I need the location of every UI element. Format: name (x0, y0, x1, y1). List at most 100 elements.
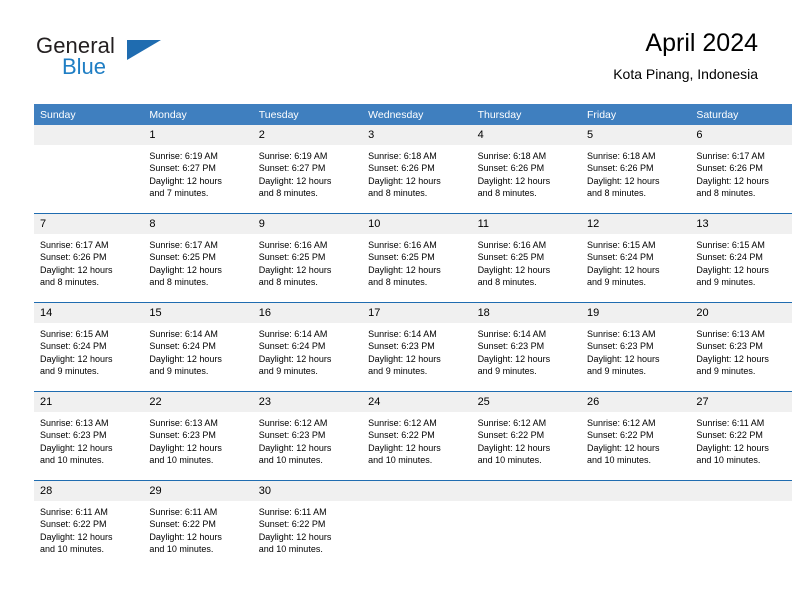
sunrise-text: Sunrise: 6:18 AM (368, 151, 437, 161)
daylight-text-continued: and 9 minutes. (586, 277, 646, 288)
day-cell-14[interactable]: 14 Sunrise: 6:15 AM Sunset: 6:24 PM Dayligh… (34, 302, 144, 392)
daylight-text-continued: and 8 minutes. (477, 188, 537, 199)
sunset-text: Sunset: 6:22 PM (696, 430, 763, 441)
day-cell-21[interactable]: 21 Sunrise: 6:13 AM Sunset: 6:23 PM Dayligh… (34, 391, 144, 481)
day-cell-1[interactable]: 1 Sunrise: 6:19 AM Sunset: 6:27 PM Daylight… (143, 125, 253, 214)
sunrise-text: Sunrise: 6:17 AM (40, 240, 109, 250)
day-cell-27[interactable]: 27 Sunrise: 6:11 AM Sunset: 6:22 PM Dayligh… (690, 391, 792, 481)
sunset-text: Sunset: 6:27 PM (149, 163, 216, 174)
daylight-text: Daylight: 12 hours (368, 264, 441, 275)
day-cell-15[interactable]: 15 Sunrise: 6:14 AM Sunset: 6:24 PM Dayligh… (143, 302, 253, 392)
sunrise-text: Sunrise: 6:11 AM (696, 418, 765, 428)
day-cell-6[interactable]: 6 Sunrise: 6:17 AM Sunset: 6:26 PM Daylight… (690, 125, 792, 214)
calendar-week-row: 21 Sunrise: 6:13 AM Sunset: 6:23 PM Dayligh… (34, 391, 792, 481)
day-cell-8[interactable]: 8 Sunrise: 6:17 AM Sunset: 6:25 PM Daylight… (143, 213, 253, 303)
sunrise-text: Sunrise: 6:13 AM (40, 418, 109, 428)
daylight-text: Daylight: 12 hours (586, 442, 660, 453)
day-number: 28 (34, 481, 144, 501)
day-cell-11[interactable]: 11 Sunrise: 6:16 AM Sunset: 6:25 PM Dayligh… (471, 213, 581, 303)
daylight-text: Daylight: 12 hours (696, 175, 769, 186)
day-number: 18 (471, 303, 581, 323)
sunset-text: Sunset: 6:22 PM (368, 430, 435, 441)
day-details: Sunrise: 6:18 AM Sunset: 6:26 PM Daylight:… (362, 145, 471, 200)
sunset-text: Sunset: 6:27 PM (258, 163, 326, 174)
day-details: Sunrise: 6:12 AM Sunset: 6:22 PM Daylight:… (581, 412, 690, 467)
day-cell-13[interactable]: 13 Sunrise: 6:15 AM Sunset: 6:24 PM Dayligh… (690, 213, 792, 303)
day-cell-23[interactable]: 23 Sunrise: 6:12 AM Sunset: 6:23 PM Dayligh… (252, 391, 363, 481)
day-cell-18[interactable]: 18 Sunrise: 6:14 AM Sunset: 6:23 PM Dayligh… (471, 302, 581, 392)
sunrise-text: Sunrise: 6:13 AM (149, 418, 218, 428)
weekday-header-friday: Friday (580, 104, 691, 125)
daylight-text-continued: and 9 minutes. (477, 366, 537, 377)
sunset-text: Sunset: 6:23 PM (258, 430, 326, 441)
sunrise-text: Sunrise: 6:11 AM (149, 507, 218, 517)
sunset-text: Sunset: 6:22 PM (586, 430, 654, 441)
day-cell-10[interactable]: 10 Sunrise: 6:16 AM Sunset: 6:25 PM Dayligh… (362, 213, 472, 303)
day-cell-9[interactable]: 9 Sunrise: 6:16 AM Sunset: 6:25 PM Daylight… (252, 213, 363, 303)
day-details: Sunrise: 6:13 AM Sunset: 6:23 PM Daylight:… (581, 323, 690, 378)
sunrise-text: Sunrise: 6:11 AM (40, 507, 108, 517)
daylight-text: Daylight: 12 hours (149, 353, 222, 364)
daylight-text: Daylight: 12 hours (477, 175, 551, 186)
daylight-text-continued: and 9 minutes. (40, 366, 100, 377)
weekday-header-thursday: Thursday (471, 104, 581, 125)
day-cell-2[interactable]: 2 Sunrise: 6:19 AM Sunset: 6:27 PM Daylight… (252, 125, 363, 214)
location-subtitle: Kota Pinang, Indonesia (613, 65, 758, 82)
day-cell-29[interactable]: 29 Sunrise: 6:11 AM Sunset: 6:22 PM Dayligh… (143, 480, 253, 569)
day-cell-16[interactable]: 16 Sunrise: 6:14 AM Sunset: 6:24 PM Dayligh… (252, 302, 363, 392)
day-details: Sunrise: 6:11 AM Sunset: 6:22 PM Daylight:… (34, 501, 143, 556)
day-cell-3[interactable]: 3 Sunrise: 6:18 AM Sunset: 6:26 PM Daylight… (362, 125, 472, 214)
daylight-text: Daylight: 12 hours (368, 175, 441, 186)
day-cell-26[interactable]: 26 Sunrise: 6:12 AM Sunset: 6:22 PM Dayligh… (580, 391, 691, 481)
day-details: Sunrise: 6:13 AM Sunset: 6:23 PM Daylight:… (34, 412, 143, 467)
day-details: Sunrise: 6:15 AM Sunset: 6:24 PM Daylight:… (690, 234, 792, 289)
daylight-text-continued: and 10 minutes. (696, 455, 761, 466)
day-number: 27 (690, 392, 792, 412)
daylight-text-continued: and 8 minutes. (40, 277, 100, 288)
day-cell-25[interactable]: 25 Sunrise: 6:12 AM Sunset: 6:22 PM Dayligh… (471, 391, 581, 481)
day-cell-4[interactable]: 4 Sunrise: 6:18 AM Sunset: 6:26 PM Daylight… (471, 125, 581, 214)
daylight-text-continued: and 7 minutes. (149, 188, 209, 199)
sunset-text: Sunset: 6:24 PM (258, 341, 326, 352)
sunrise-text: Sunrise: 6:14 AM (258, 329, 328, 339)
daylight-text-continued: and 8 minutes. (586, 188, 646, 199)
daylight-text-continued: and 10 minutes. (149, 544, 214, 555)
sunset-text: Sunset: 6:26 PM (477, 163, 545, 174)
day-number: 11 (471, 214, 581, 234)
day-cell-28[interactable]: 28 Sunrise: 6:11 AM Sunset: 6:22 PM Dayligh… (34, 480, 144, 569)
day-cell-20[interactable]: 20 Sunrise: 6:13 AM Sunset: 6:23 PM Dayligh… (690, 302, 792, 392)
day-number: 23 (252, 392, 363, 412)
day-details: Sunrise: 6:11 AM Sunset: 6:22 PM Daylight:… (143, 501, 252, 556)
daylight-text-continued: and 10 minutes. (477, 455, 542, 466)
weekday-header-monday: Monday (143, 104, 253, 125)
daylight-text: Daylight: 12 hours (586, 264, 660, 275)
calendar-week-row: 7 Sunrise: 6:17 AM Sunset: 6:26 PM Daylight… (34, 213, 792, 303)
day-number: 1 (143, 125, 253, 145)
day-details: Sunrise: 6:13 AM Sunset: 6:23 PM Daylight:… (690, 323, 792, 378)
day-details: Sunrise: 6:13 AM Sunset: 6:23 PM Daylight:… (143, 412, 252, 467)
day-details: Sunrise: 6:17 AM Sunset: 6:26 PM Daylight:… (690, 145, 792, 200)
day-cell-30[interactable]: 30 Sunrise: 6:11 AM Sunset: 6:22 PM Dayligh… (252, 480, 363, 569)
day-number: 22 (143, 392, 253, 412)
logo-triangle-icon (127, 40, 161, 60)
day-number (690, 481, 792, 501)
daylight-text-continued: and 9 minutes. (696, 366, 756, 377)
day-cell-22[interactable]: 22 Sunrise: 6:13 AM Sunset: 6:23 PM Dayligh… (143, 391, 253, 481)
calendar-page: General Blue April 2024 Kota Pinang, Ind… (0, 0, 792, 612)
page-title: April 2024 (645, 29, 758, 57)
day-cell-12[interactable]: 12 Sunrise: 6:15 AM Sunset: 6:24 PM Dayligh… (580, 213, 691, 303)
day-details: Sunrise: 6:11 AM Sunset: 6:22 PM Daylight:… (690, 412, 792, 467)
day-details: Sunrise: 6:15 AM Sunset: 6:24 PM Daylight:… (34, 323, 143, 378)
day-cell-24[interactable]: 24 Sunrise: 6:12 AM Sunset: 6:22 PM Dayligh… (362, 391, 472, 481)
day-cell-5[interactable]: 5 Sunrise: 6:18 AM Sunset: 6:26 PM Daylight… (580, 125, 691, 214)
day-number: 9 (252, 214, 363, 234)
daylight-text-continued: and 10 minutes. (586, 455, 651, 466)
sunrise-text: Sunrise: 6:19 AM (258, 151, 328, 161)
day-details: Sunrise: 6:16 AM Sunset: 6:25 PM Daylight:… (472, 234, 581, 289)
day-cell-7[interactable]: 7 Sunrise: 6:17 AM Sunset: 6:26 PM Daylight… (34, 213, 144, 303)
day-cell-empty (690, 480, 792, 569)
day-cell-19[interactable]: 19 Sunrise: 6:13 AM Sunset: 6:23 PM Dayligh… (580, 302, 691, 392)
day-number: 30 (252, 481, 363, 501)
day-number: 13 (690, 214, 792, 234)
day-cell-17[interactable]: 17 Sunrise: 6:14 AM Sunset: 6:23 PM Dayligh… (362, 302, 472, 392)
